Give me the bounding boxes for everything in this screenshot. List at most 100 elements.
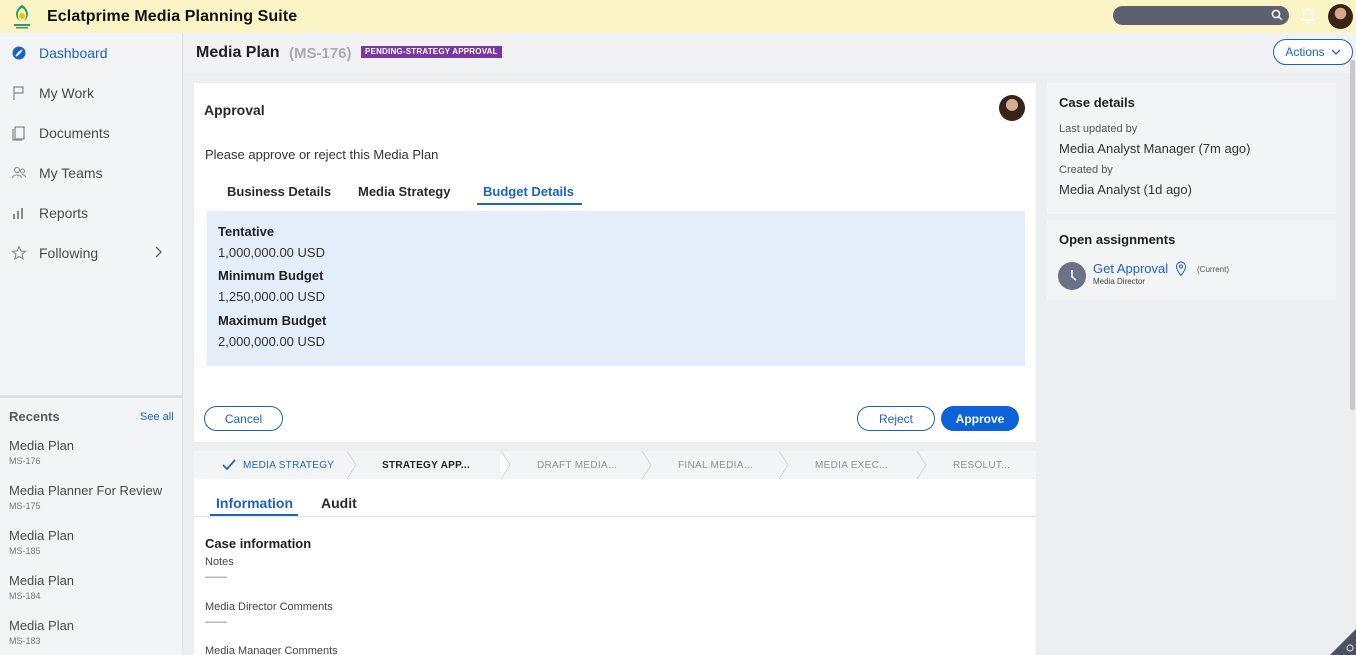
stage-final-media[interactable]: FINAL MEDIA... xyxy=(678,451,753,479)
sidebar-divider xyxy=(0,395,183,398)
sidebar-item-documents[interactable]: Documents xyxy=(0,113,183,153)
teams-icon xyxy=(11,165,27,181)
recent-item-id: MS-183 xyxy=(9,636,41,646)
current-marker: (Current) xyxy=(1197,265,1230,274)
stage-label: STRATEGY APP... xyxy=(382,459,471,471)
approval-instruction: Please approve or reject this Media Plan xyxy=(205,147,439,162)
sidebar: Dashboard My Work Documents My Teams Rep… xyxy=(0,33,183,655)
case-details-heading: Case details xyxy=(1059,95,1135,110)
stage-bar: MEDIA STRATEGY STRATEGY APP... DRAFT MED… xyxy=(194,451,1036,479)
field-label: Notes xyxy=(205,556,234,568)
assignee-avatar[interactable] xyxy=(999,95,1025,121)
open-assignments-heading: Open assignments xyxy=(1059,232,1176,247)
field-value: 1,000,000.00 USD xyxy=(218,245,325,260)
stage-resolution[interactable]: RESOLUT... xyxy=(953,451,1010,479)
tab-business-details[interactable]: Business Details xyxy=(227,184,331,199)
recent-item-id: MS-184 xyxy=(9,591,41,601)
recent-item[interactable]: Media Plan MS-183 xyxy=(9,618,74,646)
tab-information[interactable]: Information xyxy=(216,495,293,511)
chevron-right-icon[interactable] xyxy=(153,245,163,262)
recent-item-title: Media Planner For Review xyxy=(9,483,163,498)
stage-separator-icon xyxy=(641,451,652,479)
recent-item-id: MS-175 xyxy=(9,501,41,511)
recent-item-id: MS-176 xyxy=(9,456,41,466)
stage-label: MEDIA EXEC... xyxy=(815,459,889,471)
tab-audit[interactable]: Audit xyxy=(321,495,357,511)
sidebar-item-label: Reports xyxy=(39,205,89,221)
field-value: 2,000,000.00 USD xyxy=(218,334,325,349)
top-bar: Eclatprime Media Planning Suite xyxy=(0,0,1356,33)
tab-divider xyxy=(194,516,1036,517)
sidebar-item-my-work[interactable]: My Work xyxy=(0,73,183,113)
field-label: Tentative xyxy=(218,224,275,239)
field-value: —— xyxy=(205,571,227,583)
stage-strategy-approval[interactable]: STRATEGY APP... xyxy=(382,451,470,479)
field-value: —— xyxy=(205,616,227,628)
open-assignments-panel: Open assignments Get Approval (Current) … xyxy=(1047,220,1336,300)
cancel-button[interactable]: Cancel xyxy=(204,406,283,431)
active-tab-indicator xyxy=(477,203,582,205)
recent-item[interactable]: Media Planner For Review MS-175 xyxy=(9,483,162,511)
sidebar-item-my-teams[interactable]: My Teams xyxy=(0,153,183,193)
dashboard-icon xyxy=(11,45,27,61)
checkmark-icon xyxy=(222,459,236,471)
clock-icon xyxy=(1058,262,1086,290)
search-icon[interactable] xyxy=(1271,9,1283,24)
case-header: Media Plan (MS-176) PENDING-STRATEGY APP… xyxy=(184,33,1356,73)
see-all-link[interactable]: See all xyxy=(140,411,174,423)
field-value: 1,250,000.00 USD xyxy=(218,289,325,304)
sidebar-item-following[interactable]: Following xyxy=(0,233,183,273)
sidebar-item-label: My Work xyxy=(39,85,94,101)
stage-draft-media[interactable]: DRAFT MEDIA... xyxy=(537,451,617,479)
approve-button[interactable]: Approve xyxy=(941,406,1019,431)
sidebar-item-label: Documents xyxy=(39,125,110,141)
actions-label: Actions xyxy=(1285,45,1325,59)
stage-label: DRAFT MEDIA... xyxy=(537,459,618,471)
case-information-panel: Information Audit Case information Notes… xyxy=(194,479,1036,655)
field-label: Media Manager Comments xyxy=(205,645,338,655)
sidebar-item-dashboard[interactable]: Dashboard xyxy=(0,33,183,73)
case-information-heading: Case information xyxy=(205,536,312,551)
recent-item[interactable]: Media Plan MS-185 xyxy=(9,528,74,556)
app-logo[interactable] xyxy=(11,3,33,31)
scrollbar[interactable] xyxy=(1350,60,1355,410)
notification-bell-icon[interactable] xyxy=(1300,7,1316,28)
stage-separator-icon xyxy=(778,451,789,479)
stage-label: FINAL MEDIA... xyxy=(678,459,753,471)
location-pin-icon[interactable] xyxy=(1175,261,1187,280)
get-approval-link[interactable]: Get Approval xyxy=(1093,261,1168,276)
recent-item[interactable]: Media Plan MS-176 xyxy=(9,438,74,466)
search-input[interactable] xyxy=(1113,6,1289,25)
stage-media-execution[interactable]: MEDIA EXEC... xyxy=(815,451,888,479)
star-icon xyxy=(11,245,27,261)
user-avatar[interactable] xyxy=(1328,4,1353,29)
status-badge: PENDING-STRATEGY APPROVAL xyxy=(361,46,502,58)
stage-media-strategy[interactable]: MEDIA STRATEGY xyxy=(222,451,334,479)
sidebar-item-label: My Teams xyxy=(39,165,103,181)
tab-budget-details[interactable]: Budget Details xyxy=(483,184,574,199)
chevron-down-icon xyxy=(1331,45,1341,59)
sidebar-item-label: Following xyxy=(39,245,99,261)
page-title: Media Plan xyxy=(196,44,280,61)
stage-separator-icon xyxy=(346,451,357,479)
case-id: (MS-176) xyxy=(289,45,352,62)
sidebar-item-reports[interactable]: Reports xyxy=(0,193,183,233)
recent-item-title: Media Plan xyxy=(9,573,75,588)
stage-label: RESOLUT... xyxy=(953,459,1011,471)
recent-item[interactable]: Media Plan MS-184 xyxy=(9,573,74,601)
case-details-panel: Case details Last updated by Media Analy… xyxy=(1047,83,1336,214)
recent-item-title: Media Plan xyxy=(9,438,75,453)
tab-media-strategy[interactable]: Media Strategy xyxy=(358,184,450,199)
actions-button[interactable]: Actions xyxy=(1273,39,1353,65)
budget-details-panel: Tentative 1,000,000.00 USD Minimum Budge… xyxy=(207,211,1025,366)
approval-card: Approval Please approve or reject this M… xyxy=(194,83,1036,442)
stage-label: MEDIA STRATEGY xyxy=(243,459,335,471)
flag-icon xyxy=(11,85,27,101)
field-label: Media Director Comments xyxy=(205,601,333,613)
settings-corner-icon[interactable] xyxy=(1330,625,1356,655)
assignee-name: Media Director xyxy=(1093,277,1146,286)
sidebar-item-label: Dashboard xyxy=(39,45,108,61)
app-title: Eclatprime Media Planning Suite xyxy=(47,7,298,25)
approval-title: Approval xyxy=(204,102,265,118)
reject-button[interactable]: Reject xyxy=(857,406,935,431)
